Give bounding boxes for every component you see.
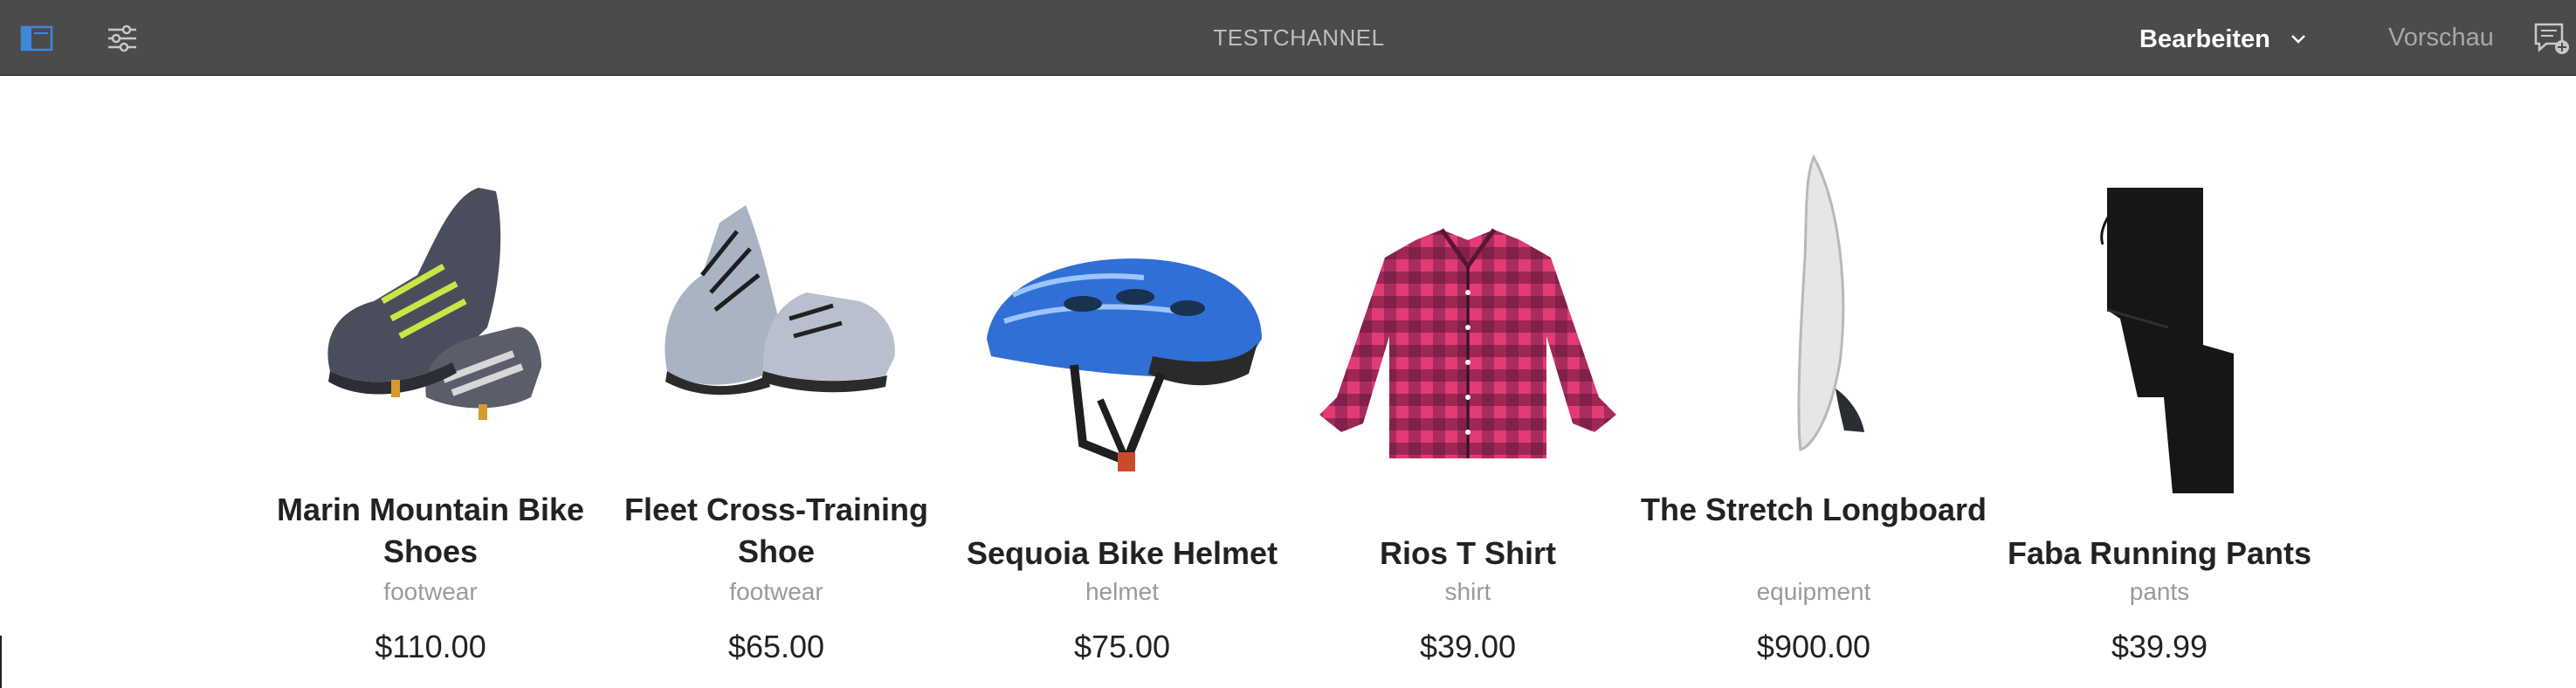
product-card[interactable]: Fleet Cross-Training Shoe footwear $65.0… bbox=[602, 0, 951, 688]
side-panel-icon[interactable] bbox=[19, 21, 54, 56]
product-price: $39.99 bbox=[2111, 629, 2208, 664]
plaid-shirt-image bbox=[1293, 218, 1643, 471]
product-price: $110.00 bbox=[375, 629, 486, 664]
product-card[interactable]: Rios T Shirt shirt $39.00 bbox=[1293, 0, 1643, 688]
product-price: $65.00 bbox=[727, 629, 825, 664]
product-card[interactable]: Faba Running Pants pants $39.99 bbox=[1985, 0, 2334, 688]
product-name: Marin Mountain Bike Shoes bbox=[276, 492, 585, 569]
product-name: Sequoia Bike Helmet bbox=[966, 535, 1278, 571]
running-pants-image bbox=[1985, 179, 2334, 498]
sliders-icon[interactable] bbox=[105, 21, 140, 56]
product-card[interactable]: Marin Mountain Bike Shoes footwear $110.… bbox=[256, 0, 605, 688]
product-category: shirt bbox=[1444, 578, 1491, 605]
product-category: pants bbox=[2129, 578, 2190, 605]
product-category: equipment bbox=[1756, 578, 1871, 605]
product-name: Fleet Cross-Training Shoe bbox=[623, 492, 929, 569]
preview-button[interactable]: Vorschau bbox=[2388, 24, 2494, 52]
training-shoes-image bbox=[602, 196, 951, 397]
product-category: footwear bbox=[383, 578, 478, 605]
bike-helmet-image bbox=[947, 240, 1297, 480]
product-card[interactable]: Sequoia Bike Helmet helmet $75.00 bbox=[947, 0, 1297, 688]
product-name: The Stretch Longboard bbox=[1641, 492, 1987, 527]
product-category: helmet bbox=[1085, 578, 1160, 605]
product-category: footwear bbox=[729, 578, 823, 605]
product-price: $39.00 bbox=[1419, 629, 1517, 664]
product-price: $900.00 bbox=[1756, 629, 1871, 664]
product-price: $75.00 bbox=[1073, 629, 1171, 664]
edit-cursor-marker bbox=[0, 636, 2, 688]
annotation-icon[interactable] bbox=[2532, 19, 2571, 58]
product-name: Faba Running Pants bbox=[2007, 535, 2311, 571]
surfboard-image bbox=[1639, 153, 1988, 454]
product-name: Rios T Shirt bbox=[1379, 535, 1556, 571]
product-card[interactable]: The Stretch Longboard equipment $900.00 bbox=[1639, 0, 1988, 688]
bike-shoes-image bbox=[256, 175, 605, 428]
